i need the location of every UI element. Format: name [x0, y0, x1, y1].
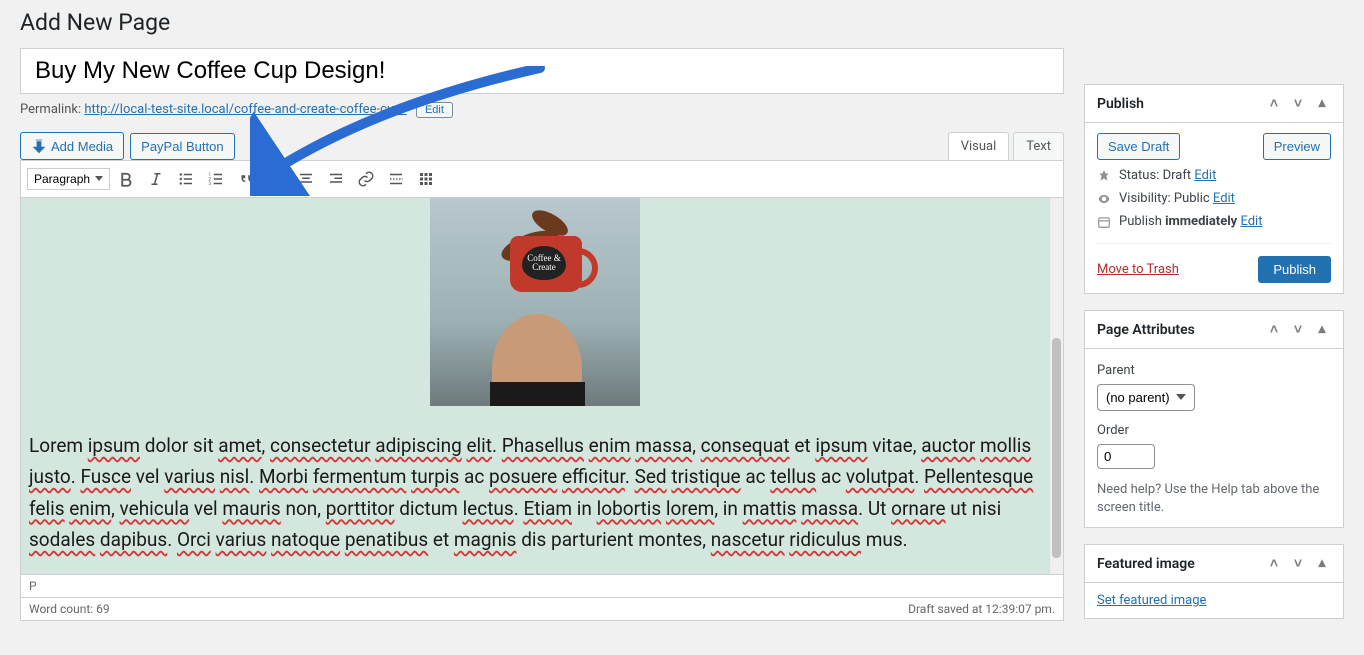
align-center-button[interactable]	[292, 165, 320, 193]
draft-saved-time: Draft saved at 12:39:07 pm.	[908, 602, 1055, 616]
edit-status-link[interactable]: Edit	[1194, 168, 1216, 183]
parent-label: Parent	[1097, 363, 1331, 378]
align-left-button[interactable]	[262, 165, 290, 193]
edit-schedule-link[interactable]: Edit	[1240, 214, 1262, 229]
preview-button[interactable]: Preview	[1263, 133, 1331, 160]
tab-visual[interactable]: Visual	[948, 132, 1010, 160]
metabox-down-icon[interactable]: ˅	[1289, 555, 1307, 572]
edit-visibility-link[interactable]: Edit	[1213, 191, 1235, 206]
readmore-button[interactable]	[382, 165, 410, 193]
content-paragraph[interactable]: Lorem ipsum dolor sit amet, consectetur …	[29, 430, 1041, 574]
bold-button[interactable]	[112, 165, 140, 193]
numbered-list-button[interactable]: 123	[202, 165, 230, 193]
editor-scrollbar[interactable]	[1049, 198, 1063, 574]
italic-button[interactable]	[142, 165, 170, 193]
bullet-list-button[interactable]	[172, 165, 200, 193]
toolbar-toggle-button[interactable]	[412, 165, 440, 193]
editor-body[interactable]: Coffee & Create Lorem ipsum dolor sit am…	[20, 197, 1064, 575]
publish-button[interactable]: Publish	[1258, 256, 1331, 283]
publish-metabox: Publish ˄ ˅ ▴ Save Draft Preview Status:…	[1084, 84, 1344, 294]
link-button[interactable]	[352, 165, 380, 193]
title-input[interactable]	[20, 48, 1064, 94]
add-media-button[interactable]: Add Media	[20, 132, 124, 160]
calendar-icon	[1097, 215, 1111, 229]
order-label: Order	[1097, 423, 1331, 438]
align-right-button[interactable]	[322, 165, 350, 193]
format-select[interactable]: Paragraph	[27, 168, 110, 190]
blockquote-button[interactable]	[232, 165, 260, 193]
parent-select[interactable]: (no parent)	[1097, 384, 1195, 411]
metabox-toggle-icon[interactable]: ▴	[1313, 555, 1331, 572]
editor-path: P	[20, 575, 1064, 598]
metabox-toggle-icon[interactable]: ▴	[1313, 321, 1331, 338]
edit-slug-button[interactable]: Edit	[416, 102, 453, 118]
permalink-row: Permalink: http://local-test-site.local/…	[20, 102, 1064, 118]
featured-image-metabox: Featured image ˄ ˅ ▴ Set featured image	[1084, 544, 1344, 619]
set-featured-image-link[interactable]: Set featured image	[1097, 593, 1206, 608]
pin-icon	[1097, 169, 1111, 183]
page-attr-help: Need help? Use the Help tab above the sc…	[1097, 481, 1331, 517]
eye-icon	[1097, 192, 1111, 206]
metabox-up-icon[interactable]: ˄	[1265, 95, 1283, 112]
paypal-button[interactable]: PayPal Button	[130, 133, 234, 160]
tab-text[interactable]: Text	[1013, 132, 1064, 160]
page-attributes-metabox: Page Attributes ˄ ˅ ▴ Parent (no parent)…	[1084, 310, 1344, 528]
svg-text:3: 3	[209, 181, 212, 187]
media-icon	[31, 138, 47, 154]
metabox-down-icon[interactable]: ˅	[1289, 321, 1307, 338]
word-count: Word count: 69	[29, 602, 110, 616]
metabox-up-icon[interactable]: ˄	[1265, 321, 1283, 338]
page-heading: Add New Page	[20, 0, 1344, 40]
editor-toolbar: Paragraph 123	[20, 160, 1064, 197]
metabox-down-icon[interactable]: ˅	[1289, 95, 1307, 112]
publish-title: Publish	[1097, 96, 1144, 112]
metabox-toggle-icon[interactable]: ▴	[1313, 95, 1331, 112]
content-image[interactable]: Coffee & Create	[430, 198, 640, 406]
permalink-label: Permalink:	[20, 102, 81, 117]
save-draft-button[interactable]: Save Draft	[1097, 133, 1180, 160]
order-input[interactable]	[1097, 444, 1155, 469]
featured-image-title: Featured image	[1097, 556, 1195, 572]
metabox-up-icon[interactable]: ˄	[1265, 555, 1283, 572]
permalink-link[interactable]: http://local-test-site.local/coffee-and-…	[84, 102, 406, 117]
page-attributes-title: Page Attributes	[1097, 322, 1195, 338]
move-to-trash-link[interactable]: Move to Trash	[1097, 262, 1179, 277]
